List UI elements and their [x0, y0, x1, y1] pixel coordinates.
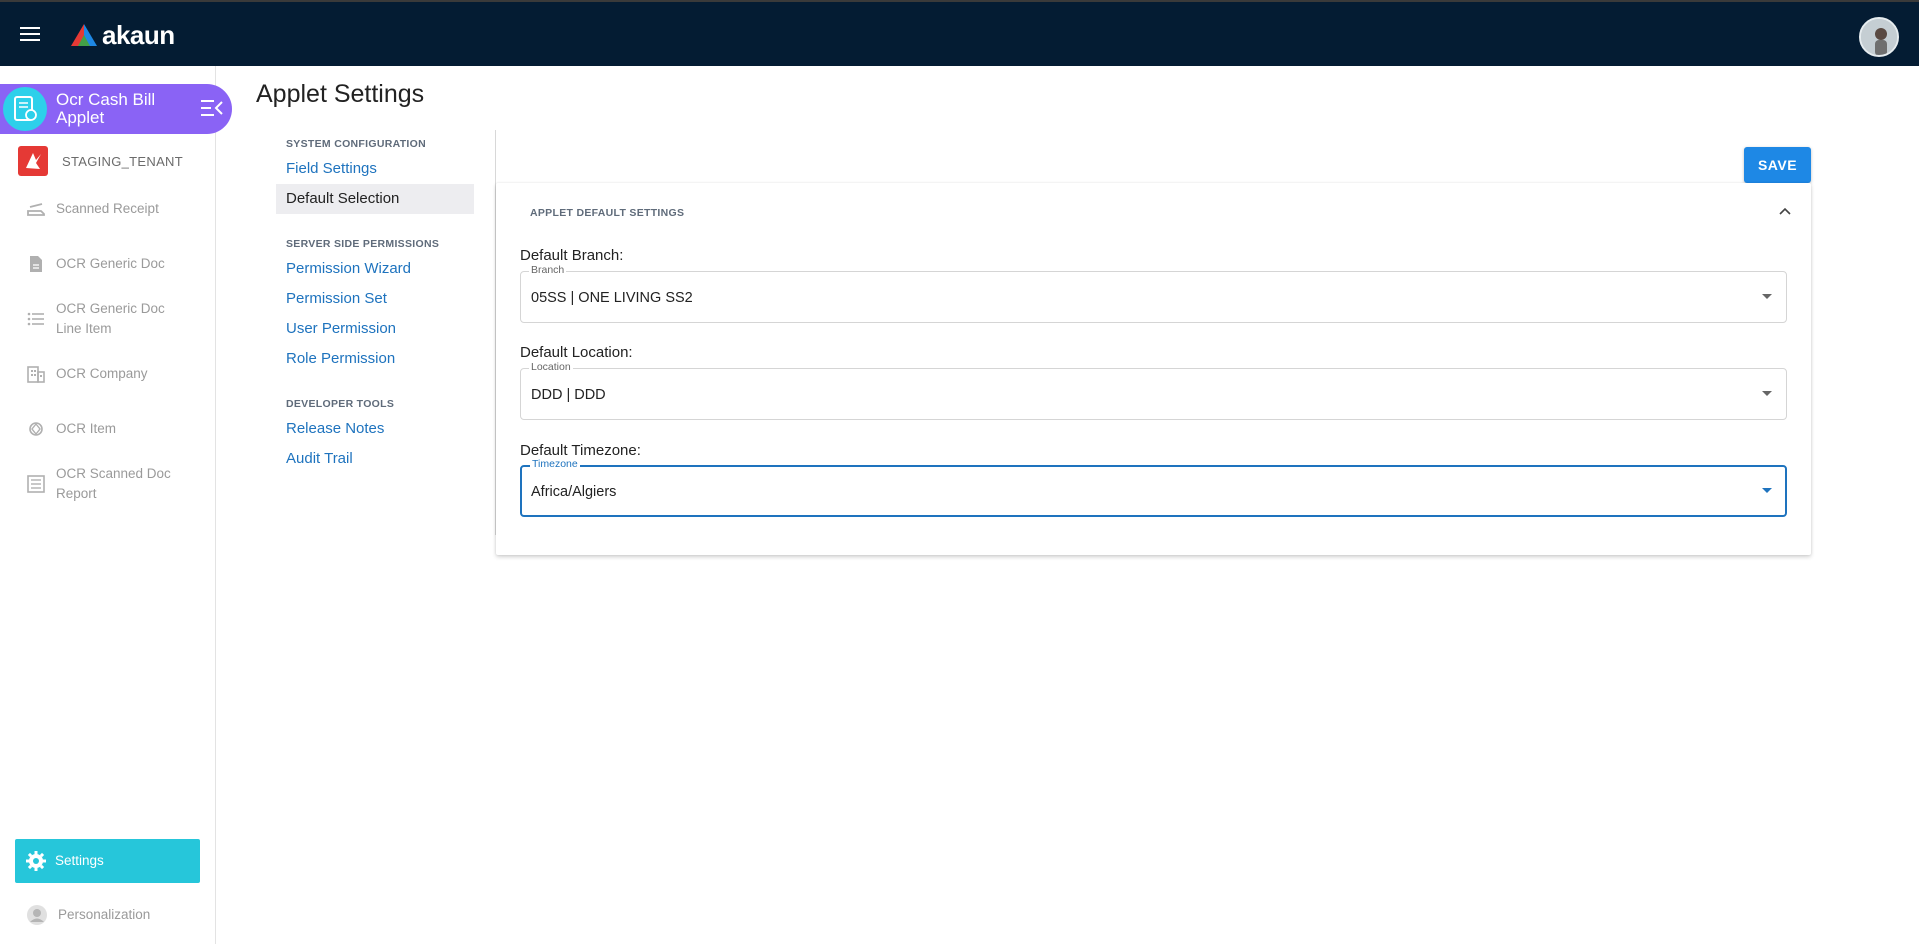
timezone-legend: Timezone	[530, 458, 580, 470]
dropdown-arrow-icon	[1762, 294, 1772, 299]
nav-permission-wizard[interactable]: Permission Wizard	[276, 254, 474, 284]
sidebar-item-settings[interactable]: Settings	[15, 839, 200, 883]
nav-role-permission[interactable]: Role Permission	[276, 344, 474, 374]
sidebar-item-ocr-company[interactable]: OCR Company	[26, 364, 186, 384]
section-heading-server-side-permissions: SERVER SIDE PERMISSIONS	[286, 238, 440, 250]
sidebar-item-label: OCR Company	[56, 366, 148, 381]
gear-icon	[26, 851, 46, 871]
sidebar-item-ocr-item[interactable]: OCR Item	[26, 419, 186, 439]
user-avatar[interactable]	[1859, 17, 1899, 57]
tenant-logo-icon	[18, 146, 48, 176]
sidebar-item-scanned-receipt[interactable]: Scanned Receipt	[26, 199, 186, 219]
person-icon	[27, 905, 47, 925]
logo-mark-icon	[71, 24, 97, 46]
brand-name: akaun	[102, 19, 175, 50]
branch-legend: Branch	[529, 264, 567, 276]
sidebar-item-label: OCR Generic Doc Line Item	[56, 301, 165, 336]
tenant-name: STAGING_TENANT	[62, 153, 183, 169]
sidebar-item-ocr-generic-doc[interactable]: OCR Generic Doc	[26, 254, 186, 274]
scanner-icon	[27, 203, 45, 216]
page-title: Applet Settings	[256, 80, 425, 108]
applet-header[interactable]: Ocr Cash Bill Applet	[0, 84, 232, 134]
nav-audit-trail[interactable]: Audit Trail	[276, 444, 474, 474]
default-location-label: Default Location:	[520, 344, 633, 361]
document-icon	[30, 256, 42, 272]
tenant-selector[interactable]: STAGING_TENANT	[18, 146, 183, 176]
sidebar: Ocr Cash Bill Applet STAGING_TENANT Scan…	[0, 66, 232, 944]
report-icon	[27, 475, 45, 493]
section-heading-system-configuration: SYSTEM CONFIGURATION	[286, 138, 426, 150]
building-icon	[27, 366, 45, 383]
section-heading-developer-tools: DEVELOPER TOOLS	[286, 398, 395, 410]
nav-field-settings[interactable]: Field Settings	[276, 154, 474, 184]
nav-permission-set[interactable]: Permission Set	[276, 284, 474, 314]
applet-default-settings-panel: APPLET DEFAULT SETTINGS Default Branch: …	[496, 183, 1811, 555]
sidebar-item-label: OCR Generic Doc	[56, 256, 165, 271]
item-icon	[29, 422, 43, 436]
timezone-value: Africa/Algiers	[531, 484, 617, 500]
sidebar-item-label: Settings	[55, 853, 104, 868]
sidebar-item-label: OCR Scanned Doc Report	[56, 466, 171, 501]
branch-value: 05SS | ONE LIVING SS2	[531, 290, 693, 306]
sidebar-item-ocr-scanned-doc-report[interactable]: OCR Scanned Doc Report	[26, 464, 186, 504]
chevron-up-icon[interactable]	[1777, 203, 1793, 219]
nav-user-permission[interactable]: User Permission	[276, 314, 474, 344]
nav-default-selection[interactable]: Default Selection	[276, 184, 474, 214]
default-branch-label: Default Branch:	[520, 247, 624, 264]
branch-select[interactable]: Branch 05SS | ONE LIVING SS2	[520, 264, 1787, 323]
sidebar-item-ocr-generic-doc-line-item[interactable]: OCR Generic Doc Line Item	[26, 299, 186, 339]
nav-release-notes[interactable]: Release Notes	[276, 414, 474, 444]
location-value: DDD | DDD	[531, 387, 606, 403]
dropdown-arrow-icon	[1762, 391, 1772, 396]
location-select[interactable]: Location DDD | DDD	[520, 361, 1787, 420]
top-bar: akaun	[0, 0, 1919, 66]
timezone-select[interactable]: Timezone Africa/Algiers	[520, 458, 1787, 517]
sidebar-item-label: Personalization	[58, 907, 151, 922]
sidebar-item-label: Scanned Receipt	[56, 201, 159, 216]
collapse-sidebar-icon[interactable]	[200, 98, 224, 118]
settings-nav: SYSTEM CONFIGURATION Field Settings Defa…	[276, 130, 474, 474]
avatar-photo-icon	[1861, 19, 1897, 55]
list-icon	[27, 312, 44, 326]
sidebar-item-label: OCR Item	[56, 421, 117, 436]
save-button[interactable]: SAVE	[1744, 147, 1811, 183]
receipt-icon	[3, 87, 47, 131]
default-timezone-label: Default Timezone:	[520, 442, 641, 459]
location-legend: Location	[529, 361, 573, 373]
dropdown-arrow-icon	[1762, 488, 1772, 493]
sidebar-item-personalization[interactable]: Personalization	[26, 904, 188, 926]
panel-heading: APPLET DEFAULT SETTINGS	[530, 207, 685, 219]
menu-icon[interactable]	[20, 27, 40, 41]
applet-title: Ocr Cash Bill Applet	[56, 90, 156, 127]
app-logo[interactable]: akaun	[70, 19, 175, 50]
